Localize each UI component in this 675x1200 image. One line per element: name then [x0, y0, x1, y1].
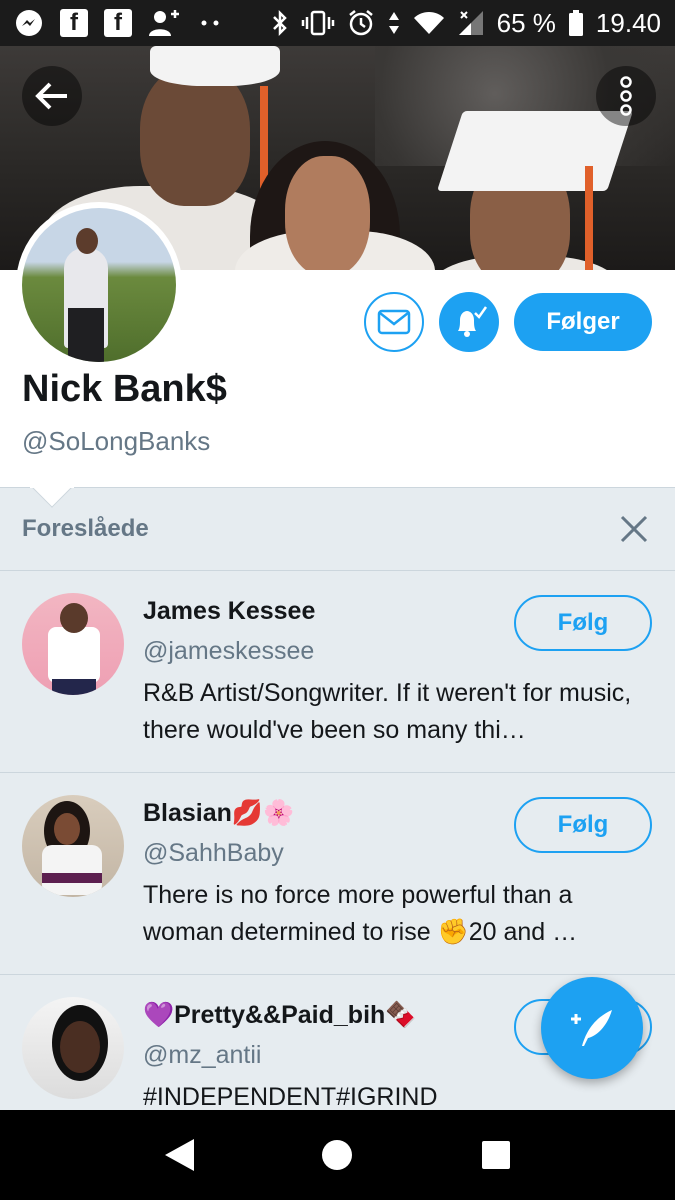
compose-tweet-icon [571, 1010, 612, 1046]
dots-icon [198, 18, 222, 28]
battery-percent: 65 % [496, 7, 556, 38]
suggestion-row[interactable]: Blasian💋🌸 @SahhBaby There is no force mo… [0, 772, 675, 974]
suggestions-title: Foreslåede [22, 515, 149, 542]
close-icon [620, 515, 648, 543]
data-icon [387, 9, 401, 37]
suggestion-row[interactable]: James Kessee @jameskessee R&B Artist/Son… [0, 570, 675, 772]
profile-name: Nick Bank$ [22, 368, 227, 410]
suggestion-handle: @jameskessee [143, 637, 315, 665]
envelope-icon [377, 309, 411, 335]
add-friend-icon [148, 8, 182, 38]
header-photo-person [285, 156, 370, 270]
suggestion-handle: @SahhBaby [143, 839, 284, 867]
follow-button[interactable]: Følg [514, 595, 652, 651]
wifi-icon [413, 10, 445, 36]
nav-back-button[interactable] [149, 1125, 209, 1185]
suggestion-bio: #INDEPENDENT#IGRIND [143, 1083, 438, 1111]
alarm-icon [347, 9, 375, 37]
suggestion-name[interactable]: James Kessee [143, 597, 315, 626]
suggestion-avatar[interactable] [22, 997, 124, 1099]
status-bar: f f 65 % 19.40 [0, 0, 675, 46]
suggestion-avatar[interactable] [22, 795, 124, 897]
nav-recents-button[interactable] [466, 1125, 526, 1185]
graduation-cap [150, 46, 280, 86]
facebook-icon: f [104, 9, 132, 37]
home-circle-icon [322, 1140, 353, 1170]
suggestion-name[interactable]: Blasian💋🌸 [143, 799, 294, 828]
clock: 19.40 [595, 7, 661, 38]
suggestion-name[interactable]: 💜Pretty&&Paid_bih🍫 [143, 1001, 416, 1030]
back-button[interactable] [22, 66, 82, 126]
profile-avatar-image [22, 208, 176, 362]
more-vertical-icon [620, 76, 632, 116]
suggestion-handle: @mz_antii [143, 1041, 262, 1069]
facebook-icon: f [60, 9, 88, 37]
system-icons: 65 % 19.40 [271, 8, 661, 39]
more-options-button[interactable] [596, 66, 656, 126]
vibrate-icon [301, 9, 335, 37]
close-suggestions-button[interactable] [619, 514, 649, 544]
suggestions-header: Foreslåede [0, 488, 675, 570]
graduation-tassel [585, 166, 593, 270]
signal-icon [457, 9, 485, 37]
follow-button[interactable]: Følg [514, 797, 652, 853]
android-nav-bar [0, 1110, 675, 1200]
recents-square-icon [481, 1141, 510, 1169]
suggestion-bio: There is no force more powerful than a w… [143, 881, 578, 946]
suggestion-avatar[interactable] [22, 593, 124, 695]
following-button[interactable]: Følger [514, 293, 652, 351]
arrow-left-icon [35, 82, 67, 110]
messenger-icon [14, 8, 44, 38]
profile-avatar[interactable] [16, 202, 182, 368]
bluetooth-icon [271, 9, 289, 37]
notifications-button[interactable] [439, 292, 499, 352]
nav-home-button[interactable] [307, 1125, 367, 1185]
graduation-cap [437, 111, 633, 191]
notification-icons: f f [14, 8, 222, 38]
bell-icon [458, 306, 488, 337]
header-photo-person [140, 66, 250, 206]
suggestion-bio: R&B Artist/Songwriter. If it weren't for… [143, 679, 632, 744]
compose-tweet-button[interactable] [541, 977, 643, 1079]
battery-icon [568, 9, 584, 37]
profile-handle: @SoLongBanks [22, 426, 211, 456]
message-button[interactable] [364, 292, 424, 352]
back-triangle-icon [165, 1139, 195, 1171]
